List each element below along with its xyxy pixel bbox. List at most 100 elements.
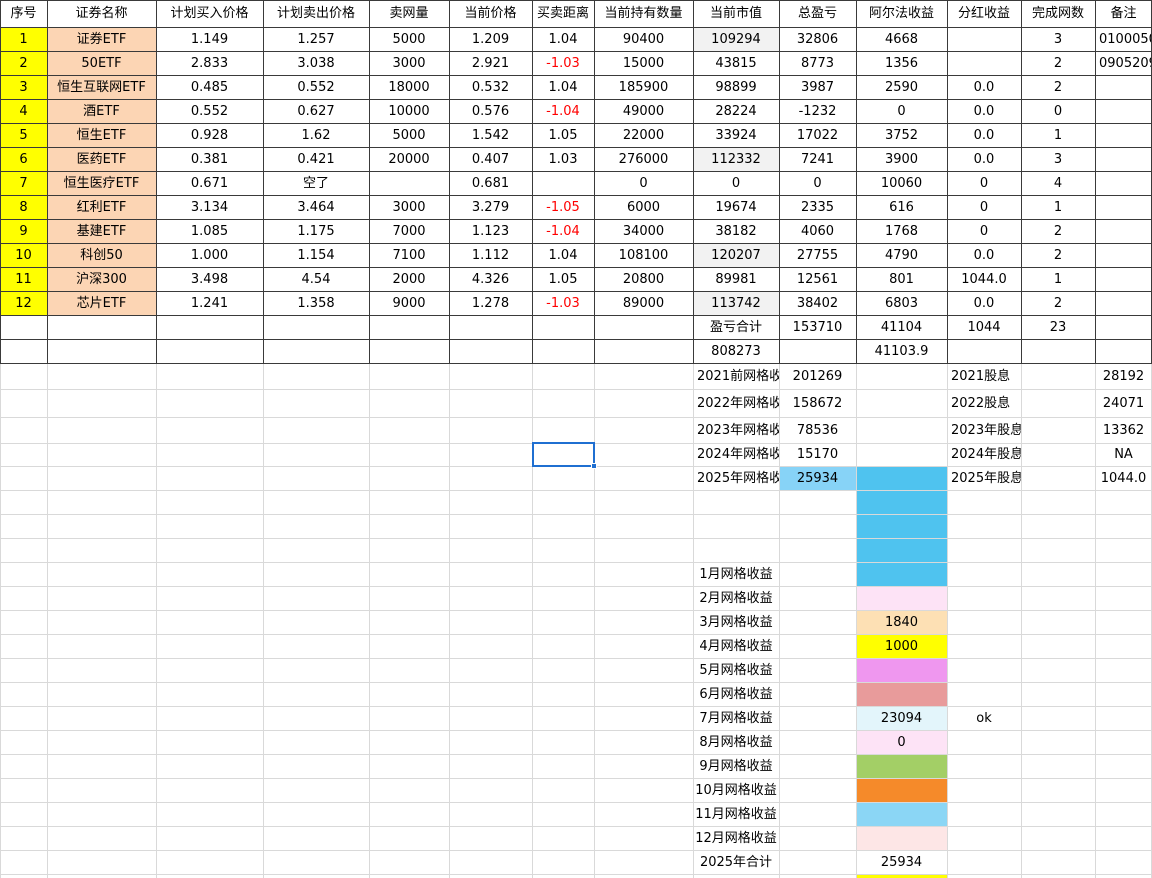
table-cell[interactable]: 1.257 (263, 27, 369, 51)
table-cell[interactable]: 1.278 (449, 291, 532, 315)
table-cell[interactable]: 1768 (856, 219, 947, 243)
table-cell[interactable] (1095, 243, 1152, 267)
monthly-value[interactable] (856, 778, 947, 802)
table-cell[interactable]: 90400 (594, 27, 693, 51)
table-cell[interactable]: 空了 (263, 171, 369, 195)
security-name-cell[interactable]: 恒生医疗ETF (47, 171, 156, 195)
table-cell[interactable]: 3000 (369, 195, 449, 219)
table-cell[interactable]: 0 (1021, 99, 1095, 123)
table-cell[interactable]: 0 (779, 171, 856, 195)
column-header[interactable]: 备注 (1095, 0, 1152, 27)
monthly-label[interactable]: 9月网格收益 (693, 754, 779, 778)
dividend-total[interactable]: 1044 (947, 315, 1021, 339)
table-cell[interactable]: 3 (0, 75, 47, 99)
table-cell[interactable] (947, 51, 1021, 75)
dividend-year-value[interactable]: 28192 (1095, 364, 1152, 389)
table-cell[interactable]: 0.421 (263, 147, 369, 171)
table-cell[interactable]: 89000 (594, 291, 693, 315)
table-cell[interactable]: 8773 (779, 51, 856, 75)
table-cell[interactable]: 20800 (594, 267, 693, 291)
table-cell[interactable]: 276000 (594, 147, 693, 171)
table-cell[interactable]: 1.000 (156, 243, 263, 267)
table-cell[interactable]: 7241 (779, 147, 856, 171)
table-cell[interactable]: 2.833 (156, 51, 263, 75)
table-cell[interactable]: 28224 (693, 99, 779, 123)
table-cell[interactable]: 108100 (594, 243, 693, 267)
table-cell[interactable]: 3.038 (263, 51, 369, 75)
dividend-year-label[interactable]: 2022股息 (947, 389, 1021, 417)
dividend-year-label[interactable]: 2023年股息 (947, 417, 1021, 443)
table-cell[interactable]: 0.576 (449, 99, 532, 123)
table-cell[interactable]: 7100 (369, 243, 449, 267)
table-cell[interactable]: 38402 (779, 291, 856, 315)
table-cell[interactable]: 10060 (856, 171, 947, 195)
column-header[interactable]: 序号 (0, 0, 47, 27)
table-cell[interactable]: 2 (1021, 219, 1095, 243)
alpha-total[interactable]: 41104 (856, 315, 947, 339)
table-cell[interactable]: 112332 (693, 147, 779, 171)
column-header[interactable]: 计划卖出价格 (263, 0, 369, 27)
column-header[interactable]: 卖网量 (369, 0, 449, 27)
table-cell[interactable]: 1.62 (263, 123, 369, 147)
table-cell[interactable]: 3987 (779, 75, 856, 99)
yearly-grid-value[interactable]: 15170 (779, 443, 856, 466)
table-cell[interactable] (532, 171, 594, 195)
security-name-cell[interactable]: 芯片ETF (47, 291, 156, 315)
table-cell[interactable] (1095, 195, 1152, 219)
table-cell[interactable]: 0.0 (947, 99, 1021, 123)
table-cell[interactable] (1095, 75, 1152, 99)
monthly-value[interactable] (856, 826, 947, 850)
fill-handle[interactable] (591, 463, 597, 469)
table-cell[interactable]: 11 (0, 267, 47, 291)
monthly-value[interactable] (856, 682, 947, 706)
table-cell[interactable]: 43815 (693, 51, 779, 75)
table-cell[interactable]: -1232 (779, 99, 856, 123)
table-cell[interactable]: 1.04 (532, 243, 594, 267)
monthly-label[interactable]: 6月网格收益 (693, 682, 779, 706)
nets-total[interactable]: 23 (1021, 315, 1095, 339)
total-label[interactable]: 盈亏合计 (693, 315, 779, 339)
monthly-note[interactable]: ok (947, 706, 1021, 730)
table-cell[interactable]: 2 (0, 51, 47, 75)
table-cell[interactable]: 0.928 (156, 123, 263, 147)
table-cell[interactable]: 1.149 (156, 27, 263, 51)
table-cell[interactable]: 0.552 (156, 99, 263, 123)
table-cell[interactable] (1095, 147, 1152, 171)
dividend-year-label[interactable]: 2021股息 (947, 364, 1021, 389)
table-cell[interactable]: 98899 (693, 75, 779, 99)
table-cell[interactable]: 10 (0, 243, 47, 267)
table-cell[interactable]: 4668 (856, 27, 947, 51)
yearly-grid-value[interactable]: 158672 (779, 389, 856, 417)
table-cell[interactable]: 3900 (856, 147, 947, 171)
color-block[interactable] (856, 490, 947, 514)
monthly-label[interactable]: 10月网格收益 (693, 778, 779, 802)
monthly-label[interactable]: 1月网格收益 (693, 562, 779, 586)
table-cell[interactable]: 22000 (594, 123, 693, 147)
column-header[interactable]: 总盈亏 (779, 0, 856, 27)
table-cell[interactable]: 1 (1021, 267, 1095, 291)
monthly-value[interactable] (856, 562, 947, 586)
monthly-value[interactable] (856, 658, 947, 682)
dividend-year-label[interactable]: 2025年股息 (947, 466, 1021, 490)
security-name-cell[interactable]: 50ETF (47, 51, 156, 75)
table-cell[interactable]: 113742 (693, 291, 779, 315)
table-cell[interactable]: 3752 (856, 123, 947, 147)
table-cell[interactable]: 2 (1021, 243, 1095, 267)
table-cell[interactable]: 3.498 (156, 267, 263, 291)
table-cell[interactable]: 0.0 (947, 75, 1021, 99)
table-cell[interactable] (1095, 267, 1152, 291)
table-cell[interactable]: 1.05 (532, 267, 594, 291)
column-header[interactable]: 当前持有数量 (594, 0, 693, 27)
table-cell[interactable]: 12 (0, 291, 47, 315)
monthly-label[interactable]: 4月网格收益 (693, 634, 779, 658)
market-value-sum[interactable]: 808273 (693, 339, 779, 363)
column-header[interactable]: 当前价格 (449, 0, 532, 27)
table-cell[interactable]: 2000 (369, 267, 449, 291)
table-cell[interactable]: 0.627 (263, 99, 369, 123)
table-cell[interactable]: 9000 (369, 291, 449, 315)
security-name-cell[interactable]: 恒生互联网ETF (47, 75, 156, 99)
dividend-year-value[interactable]: NA (1095, 443, 1152, 466)
table-cell[interactable]: 0.0 (947, 147, 1021, 171)
dividend-year-value[interactable]: 1044.0 (1095, 466, 1152, 490)
dividend-year-value[interactable]: 24071 (1095, 389, 1152, 417)
